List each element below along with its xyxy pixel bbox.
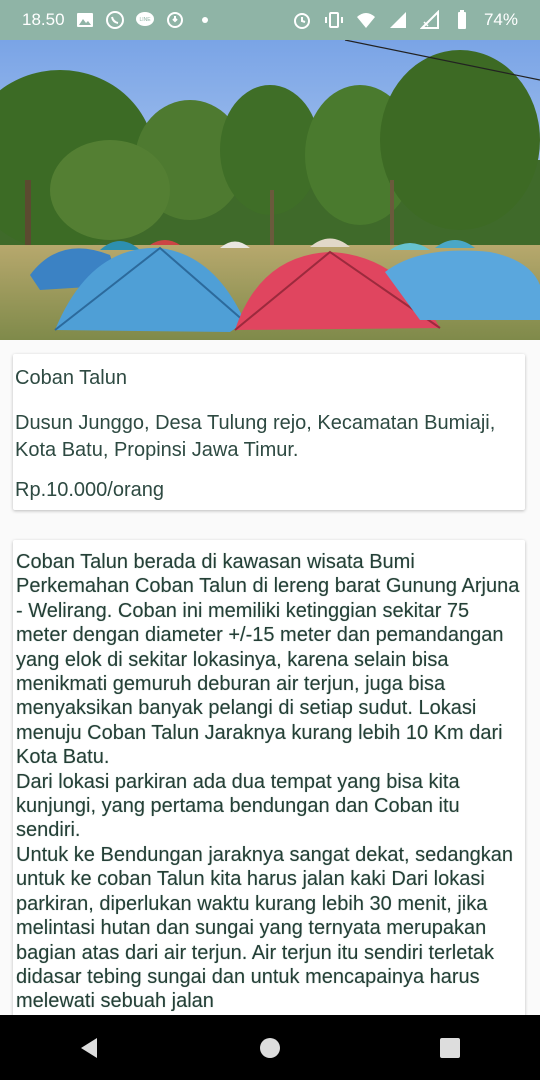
back-button[interactable] xyxy=(70,1028,110,1068)
place-info-card: Coban Talun Dusun Junggo, Desa Tulung re… xyxy=(13,354,525,510)
place-photo xyxy=(0,40,540,340)
recents-icon xyxy=(440,1037,460,1058)
image-icon xyxy=(75,10,95,30)
place-address: Dusun Junggo, Desa Tulung rejo, Kecamata… xyxy=(15,412,496,461)
battery-icon xyxy=(452,10,472,30)
vibrate-icon xyxy=(324,10,344,30)
line-icon: LINE xyxy=(135,10,155,30)
description-card[interactable]: Coban Talun berada di kawasan wisata Bum… xyxy=(13,540,525,1020)
status-bar: 18.50 LINE 74% xyxy=(0,0,540,40)
place-price: Rp.10.000/orang xyxy=(15,479,165,501)
dot-icon xyxy=(195,10,215,30)
home-button[interactable] xyxy=(250,1028,290,1068)
alarm-icon xyxy=(292,10,312,30)
battery-percent: 74% xyxy=(483,10,518,29)
home-icon xyxy=(260,1037,280,1058)
whatsapp-icon xyxy=(105,10,125,30)
navigation-bar xyxy=(0,1015,540,1080)
wifi-icon xyxy=(356,10,376,30)
place-description: Coban Talun berada di kawasan wisata Bum… xyxy=(16,551,520,1013)
signal-icon xyxy=(388,10,408,30)
recents-button[interactable] xyxy=(430,1028,470,1068)
signal-x-icon xyxy=(419,10,440,30)
back-icon xyxy=(81,1037,97,1058)
place-name: Coban Talun xyxy=(15,367,127,389)
svg-text:LINE: LINE xyxy=(139,17,151,23)
status-time: 18.50 xyxy=(22,10,65,29)
sync-icon xyxy=(165,10,185,30)
